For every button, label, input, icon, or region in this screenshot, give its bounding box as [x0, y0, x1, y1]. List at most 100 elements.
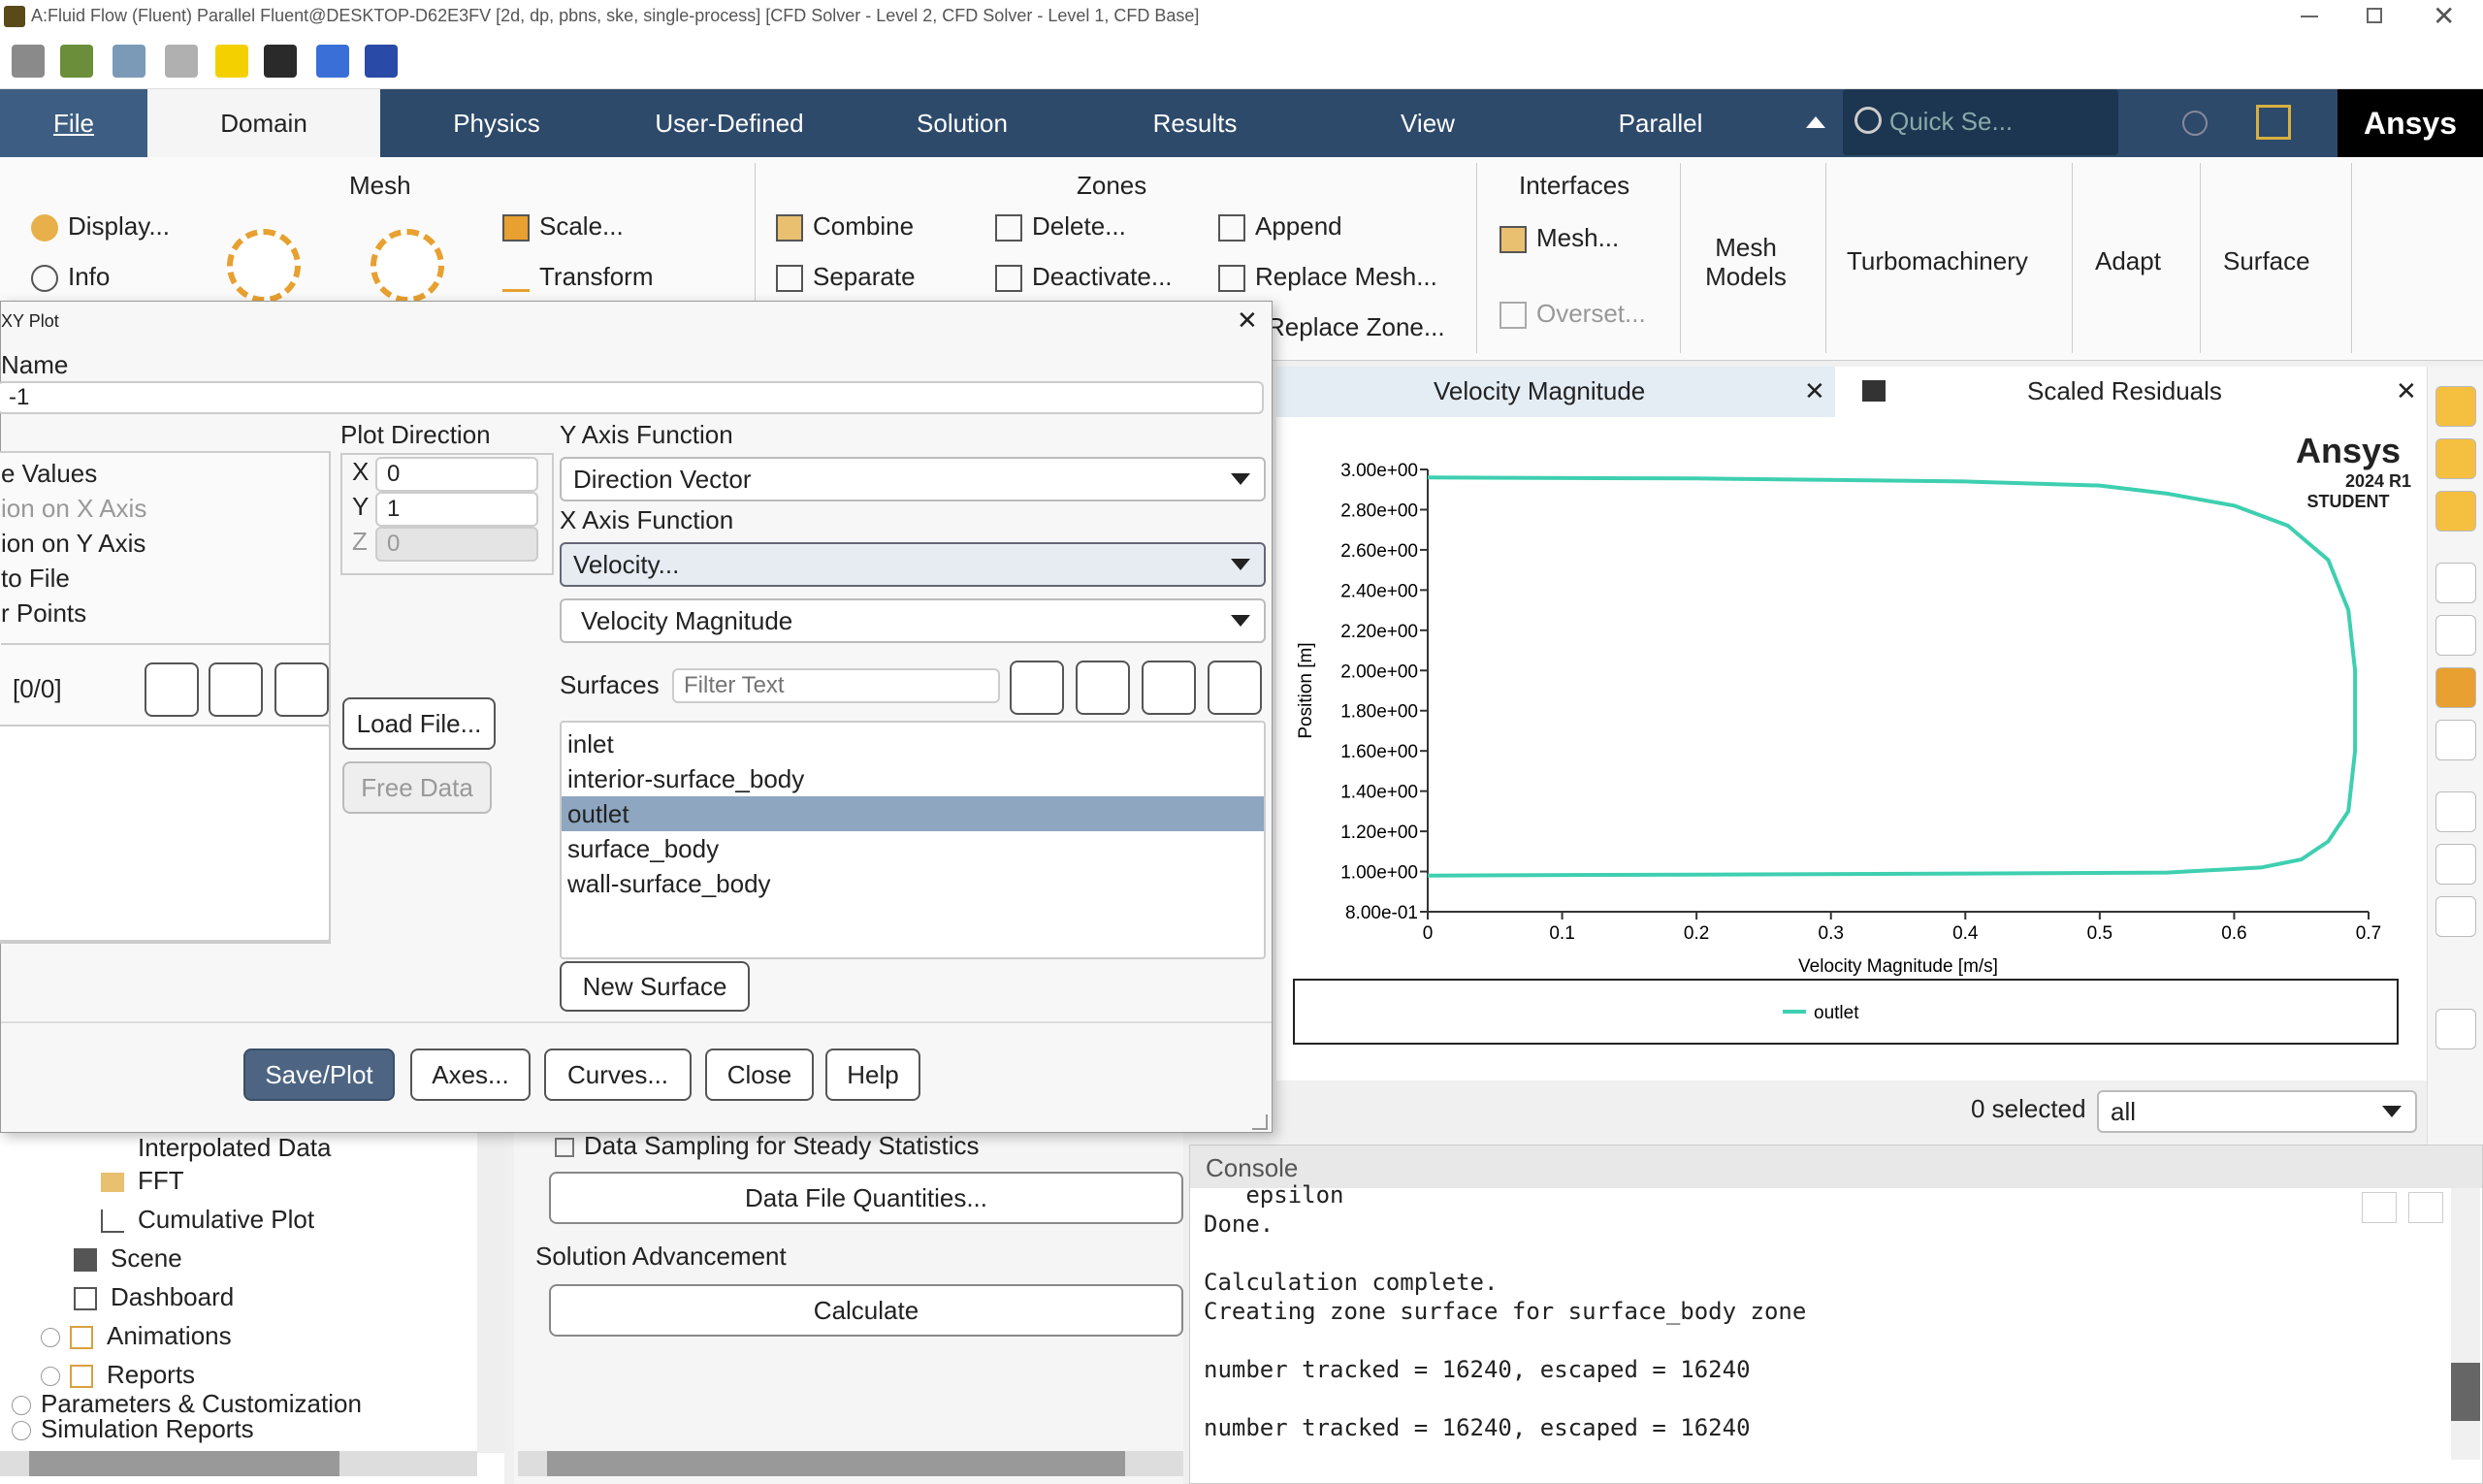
warning-icon[interactable]	[2362, 1192, 2397, 1223]
tab-user-defined[interactable]: User-Defined	[613, 89, 846, 157]
expand-icon[interactable]	[12, 1396, 31, 1416]
data-sampling-checkbox[interactable]: Data Sampling for Steady Statistics	[555, 1131, 980, 1161]
load-file-button[interactable]: Load File...	[342, 697, 496, 750]
surface-list-item[interactable]: inlet	[562, 726, 1264, 761]
fit-icon[interactable]	[2435, 667, 2476, 708]
transform-button[interactable]: Transform	[502, 262, 654, 293]
append-button[interactable]: Append	[1218, 211, 1342, 242]
zoom-icon[interactable]	[2435, 491, 2476, 532]
check-mesh-icon[interactable]	[227, 229, 301, 303]
help-button[interactable]: Help	[825, 1048, 920, 1101]
select-all-icon[interactable]	[145, 662, 199, 717]
axes-icon[interactable]	[2435, 791, 2476, 832]
resize-grip-icon[interactable]	[1252, 1114, 1268, 1130]
tab-view[interactable]: View	[1311, 89, 1544, 157]
option-position-y-axis[interactable]: ion on Y Axis	[1, 529, 145, 559]
scale-bar-icon[interactable]	[2435, 844, 2476, 885]
tab-domain[interactable]: Domain	[147, 89, 380, 157]
info-icon[interactable]	[2408, 1192, 2443, 1223]
minimize-icon[interactable]	[2301, 16, 2318, 17]
deselect-surfaces-icon[interactable]	[1208, 661, 1262, 715]
open-case-icon[interactable]	[12, 45, 45, 78]
lightning-icon[interactable]	[215, 45, 248, 78]
workbench-icon[interactable]	[264, 45, 297, 78]
option-write-to-file[interactable]: to File	[1, 564, 70, 594]
filter-text-input[interactable]	[672, 668, 1000, 703]
y-axis-function-dropdown[interactable]: Direction Vector	[560, 457, 1266, 501]
combine-button[interactable]: Combine	[776, 211, 914, 242]
separate-button[interactable]: Separate	[776, 262, 916, 293]
expand-icon[interactable]	[41, 1328, 60, 1348]
surface-button[interactable]: Surface	[2223, 246, 2310, 276]
axes-button[interactable]: Axes...	[410, 1048, 531, 1101]
surface-list-item[interactable]: wall-surface_body	[562, 866, 1264, 901]
select-check-icon[interactable]	[209, 662, 263, 717]
name-field[interactable]: -1	[0, 381, 1264, 414]
direction-y-field[interactable]: 1	[375, 492, 538, 527]
surface-list-item[interactable]: outlet	[562, 796, 1264, 831]
tree-item-reports[interactable]: Reports	[41, 1360, 195, 1390]
ruler-icon[interactable]	[2435, 720, 2476, 760]
replace-zone-button[interactable]: Replace Zone...	[1267, 312, 1445, 342]
info-button[interactable]: Info	[31, 262, 110, 293]
delete-button[interactable]: Delete...	[995, 211, 1126, 242]
x-axis-subfunction-dropdown[interactable]: Velocity Magnitude	[560, 598, 1266, 643]
save-plot-button[interactable]: Save/Plot	[243, 1048, 395, 1101]
curves-button[interactable]: Curves...	[544, 1048, 692, 1101]
parallel-transfer-icon[interactable]	[316, 45, 349, 78]
close-window-icon[interactable]: ✕	[2433, 0, 2455, 32]
console-scrollbar[interactable]	[2451, 1188, 2480, 1460]
hide-icon[interactable]	[2435, 615, 2476, 656]
selection-filter-dropdown[interactable]: all	[2097, 1090, 2417, 1133]
close-button[interactable]: Close	[705, 1048, 814, 1101]
direction-x-field[interactable]: 0	[375, 457, 538, 492]
console-panel[interactable]: Console epsilon Done. Calculation complete…	[1189, 1145, 2483, 1484]
file-data-list[interactable]	[0, 725, 331, 942]
scale-button[interactable]: Scale...	[502, 211, 624, 242]
tree-item-dashboard[interactable]: Dashboard	[74, 1282, 234, 1312]
surface-list-item[interactable]: interior-surface_body	[562, 761, 1264, 796]
tree-item-animations[interactable]: Animations	[41, 1321, 232, 1351]
expand-icon[interactable]	[12, 1421, 31, 1441]
notes-icon[interactable]	[2435, 896, 2476, 937]
deactivate-button[interactable]: Deactivate...	[995, 262, 1173, 293]
rotate-icon[interactable]	[2435, 386, 2476, 427]
view-icon[interactable]	[2435, 563, 2476, 603]
layout-icon[interactable]	[2256, 105, 2291, 140]
tree-item-simulation-reports[interactable]: Simulation Reports	[12, 1414, 254, 1444]
tree-item-interpolated-data[interactable]: Interpolated Data	[138, 1133, 331, 1163]
collapse-ribbon-icon[interactable]	[1806, 116, 1825, 128]
graphics-window[interactable]: Velocity Magnitude ✕ Scaled Residuals ✕ …	[1276, 367, 2427, 1081]
option-position-x-axis[interactable]: ion on X Axis	[1, 494, 146, 524]
tab-file[interactable]: File	[0, 89, 147, 157]
scrollbar-thumb[interactable]	[29, 1451, 339, 1476]
tab-parallel[interactable]: Parallel	[1544, 89, 1777, 157]
expand-icon[interactable]	[41, 1367, 60, 1387]
quick-search-box[interactable]: Quick Se...	[1843, 89, 2118, 155]
surfaces-list[interactable]: inlet interior-surface_body outlet surface_…	[560, 721, 1266, 959]
option-node-values[interactable]: e Values	[1, 459, 97, 489]
overset-button[interactable]: Overset...	[1499, 299, 1646, 330]
task-horizontal-scrollbar[interactable]	[518, 1451, 1183, 1476]
print-icon[interactable]	[113, 45, 145, 78]
pan-icon[interactable]	[2435, 438, 2476, 479]
display-button[interactable]: Display...	[31, 211, 170, 242]
select-all-surfaces-icon[interactable]	[1076, 661, 1130, 715]
tab-solution[interactable]: Solution	[846, 89, 1079, 157]
select-check-surfaces-icon[interactable]	[1142, 661, 1196, 715]
new-surface-button[interactable]: New Surface	[560, 961, 750, 1012]
scrollbar-thumb[interactable]	[2451, 1363, 2480, 1421]
mesh-models-button[interactable]: Mesh Models	[1692, 233, 1800, 291]
moe-icon[interactable]	[365, 45, 398, 78]
replace-mesh-button[interactable]: Replace Mesh...	[1218, 262, 1437, 293]
filter-icon[interactable]	[1010, 661, 1064, 715]
tree-item-cumulative-plot[interactable]: Cumulative Plot	[101, 1205, 314, 1235]
interfaces-mesh-button[interactable]: Mesh...	[1499, 223, 1619, 254]
calculate-button[interactable]: Calculate	[549, 1284, 1183, 1337]
dialog-close-icon[interactable]: ✕	[1237, 306, 1258, 336]
mesh-quality-icon[interactable]	[371, 229, 444, 303]
refresh-icon[interactable]	[165, 45, 198, 78]
restore-icon[interactable]	[2367, 8, 2382, 23]
deselect-all-icon[interactable]	[274, 662, 329, 717]
tree-vertical-scrollbar[interactable]	[477, 1133, 504, 1453]
